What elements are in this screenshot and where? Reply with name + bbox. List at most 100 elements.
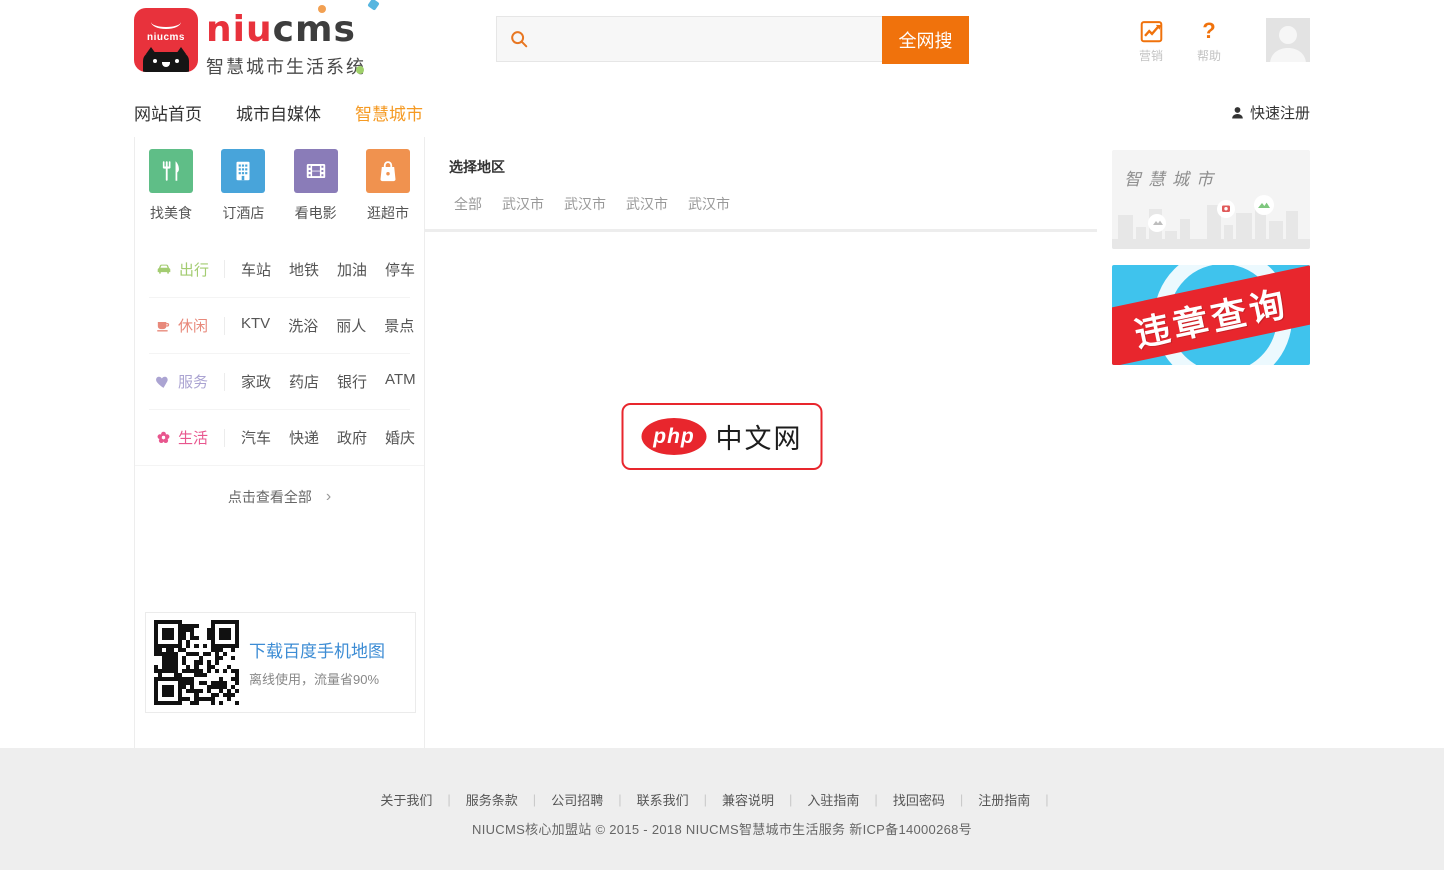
region-option-wuhan-4[interactable]: 武汉市 <box>688 194 730 214</box>
content: 找美食 订酒店 看电影 <box>134 137 1310 748</box>
region-title: 选择地区 <box>449 157 1073 177</box>
footer-link-contact[interactable]: 联系我们 <box>637 790 689 809</box>
footer-link-join-guide[interactable]: 入驻指南 <box>807 790 859 809</box>
group-leisure-head[interactable]: 休闲 <box>149 317 225 335</box>
nav-item-smart-city[interactable]: 智慧城市 <box>355 100 423 125</box>
marketing-label: 营销 <box>1139 47 1163 64</box>
separator: | <box>960 792 963 807</box>
sidebar-item-wedding[interactable]: 婚庆 <box>385 427 415 448</box>
chevron-right-icon: › <box>326 488 331 506</box>
marketing-tool[interactable]: 营销 <box>1128 18 1174 64</box>
php-logo-badge: php <box>642 418 707 455</box>
sidebar-item-gas[interactable]: 加油 <box>337 259 367 280</box>
brand-tagline: 智慧城市生活系统 <box>206 53 366 79</box>
separator: | <box>533 792 536 807</box>
group-life-head[interactable]: 生活 <box>149 429 225 447</box>
site-header: niucms niucms 智慧城市生活系统 全 <box>0 0 1444 88</box>
group-service-head[interactable]: 服务 <box>149 373 225 391</box>
quick-register-label: 快速注册 <box>1250 102 1310 123</box>
region-option-wuhan-3[interactable]: 武汉市 <box>626 194 668 214</box>
separator: | <box>1045 792 1048 807</box>
right-column: 智慧城市 违章查询 <box>1112 137 1310 748</box>
group-life-label: 生活 <box>178 427 208 448</box>
building-icon <box>221 149 265 193</box>
question-icon: ? <box>1202 18 1215 44</box>
footer-links: 关于我们| 服务条款| 公司招聘| 联系我们| 兼容说明| 入驻指南| 找回密码… <box>0 790 1444 809</box>
qr-promo-card[interactable]: 下载百度手机地图 离线使用，流量省90% <box>145 612 416 713</box>
city-skyline-graphic <box>1112 187 1310 249</box>
avatar[interactable] <box>1266 18 1310 62</box>
view-all-label: 点击查看全部 <box>228 487 312 507</box>
category-food[interactable]: 找美食 <box>149 149 193 223</box>
sidebar: 找美食 订酒店 看电影 <box>134 137 425 748</box>
coffee-cup-icon <box>155 317 172 334</box>
footer-link-register-guide[interactable]: 注册指南 <box>978 790 1030 809</box>
sidebar-item-bank[interactable]: 银行 <box>337 371 367 392</box>
shopping-bag-icon <box>366 149 410 193</box>
brand-name: niucms <box>206 12 366 48</box>
brand-name-dark: cms <box>273 9 356 50</box>
region-section: 选择地区 全部 武汉市 武汉市 武汉市 武汉市 <box>425 137 1097 232</box>
quick-register-link[interactable]: 快速注册 <box>1230 102 1310 123</box>
copyright-text: NIUCMS核心加盟站 © 2015 - 2018 NIUCMS智慧城市生活服务… <box>0 819 1444 838</box>
sidebar-item-government[interactable]: 政府 <box>337 427 367 448</box>
footer-link-jobs[interactable]: 公司招聘 <box>551 790 603 809</box>
category-food-label: 找美食 <box>150 203 192 223</box>
smart-city-banner[interactable]: 智慧城市 <box>1112 150 1310 249</box>
separator: | <box>618 792 621 807</box>
region-options: 全部 武汉市 武汉市 武汉市 武汉市 <box>449 194 1073 214</box>
category-market[interactable]: 逛超市 <box>366 149 410 223</box>
group-service: 服务 家政 药店 银行 ATM <box>149 353 410 409</box>
sidebar-item-beauty[interactable]: 丽人 <box>336 315 366 336</box>
sidebar-item-car[interactable]: 汽车 <box>241 427 271 448</box>
page: niucms niucms 智慧城市生活系统 全 <box>0 0 1444 870</box>
brand-text: niucms 智慧城市生活系统 <box>206 8 366 79</box>
php-watermark-label: 中文网 <box>716 417 803 456</box>
qr-text: 下载百度手机地图 离线使用，流量省90% <box>249 637 385 688</box>
sidebar-item-ktv[interactable]: KTV <box>241 315 270 336</box>
smile-icon <box>151 15 181 29</box>
sidebar-item-bath[interactable]: 洗浴 <box>288 315 318 336</box>
sidebar-item-parking[interactable]: 停车 <box>385 259 415 280</box>
sidebar-item-subway[interactable]: 地铁 <box>289 259 319 280</box>
footer-link-compatibility[interactable]: 兼容说明 <box>722 790 774 809</box>
category-movie[interactable]: 看电影 <box>294 149 338 223</box>
category-grid: 找美食 订酒店 看电影 <box>135 137 424 241</box>
group-leisure: 休闲 KTV 洗浴 丽人 景点 <box>149 297 410 353</box>
footer-link-password[interactable]: 找回密码 <box>893 790 945 809</box>
sidebar-item-scenic[interactable]: 景点 <box>384 315 414 336</box>
car-icon <box>155 260 173 278</box>
brand-logo[interactable]: niucms niucms 智慧城市生活系统 <box>134 8 366 79</box>
group-leisure-label: 休闲 <box>178 315 208 336</box>
smart-city-banner-title: 智慧城市 <box>1124 165 1220 190</box>
main-nav: 网站首页 城市自媒体 智慧城市 快速注册 <box>0 88 1444 137</box>
search-icon <box>509 29 529 49</box>
category-hotel[interactable]: 订酒店 <box>221 149 265 223</box>
region-option-wuhan-2[interactable]: 武汉市 <box>564 194 606 214</box>
sidebar-item-housekeeping[interactable]: 家政 <box>241 371 271 392</box>
decor-dot-green-icon <box>356 66 364 74</box>
decor-dot-blue-icon <box>367 0 380 11</box>
category-market-label: 逛超市 <box>367 203 409 223</box>
search-box: 全网搜 <box>496 16 969 62</box>
sidebar-item-station[interactable]: 车站 <box>241 259 271 280</box>
sidebar-item-express[interactable]: 快递 <box>289 427 319 448</box>
violation-query-banner[interactable]: 违章查询 <box>1112 265 1310 365</box>
view-all-link[interactable]: 点击查看全部 › <box>135 466 424 528</box>
nav-item-home[interactable]: 网站首页 <box>134 100 202 125</box>
search-button[interactable]: 全网搜 <box>882 16 969 64</box>
nav-item-city-media[interactable]: 城市自媒体 <box>236 100 321 125</box>
region-option-all[interactable]: 全部 <box>454 194 482 214</box>
group-service-label: 服务 <box>178 371 208 392</box>
person-icon <box>1230 105 1245 120</box>
group-travel-head[interactable]: 出行 <box>149 260 225 278</box>
qr-subtitle: 离线使用，流量省90% <box>249 669 385 688</box>
separator: | <box>447 792 450 807</box>
footer-link-about[interactable]: 关于我们 <box>380 790 432 809</box>
footer-link-terms[interactable]: 服务条款 <box>466 790 518 809</box>
help-tool[interactable]: ? 帮助 <box>1186 18 1232 64</box>
sidebar-item-pharmacy[interactable]: 药店 <box>289 371 319 392</box>
sidebar-item-atm[interactable]: ATM <box>385 371 416 392</box>
region-option-wuhan-1[interactable]: 武汉市 <box>502 194 544 214</box>
cat-face-icon <box>143 52 189 72</box>
